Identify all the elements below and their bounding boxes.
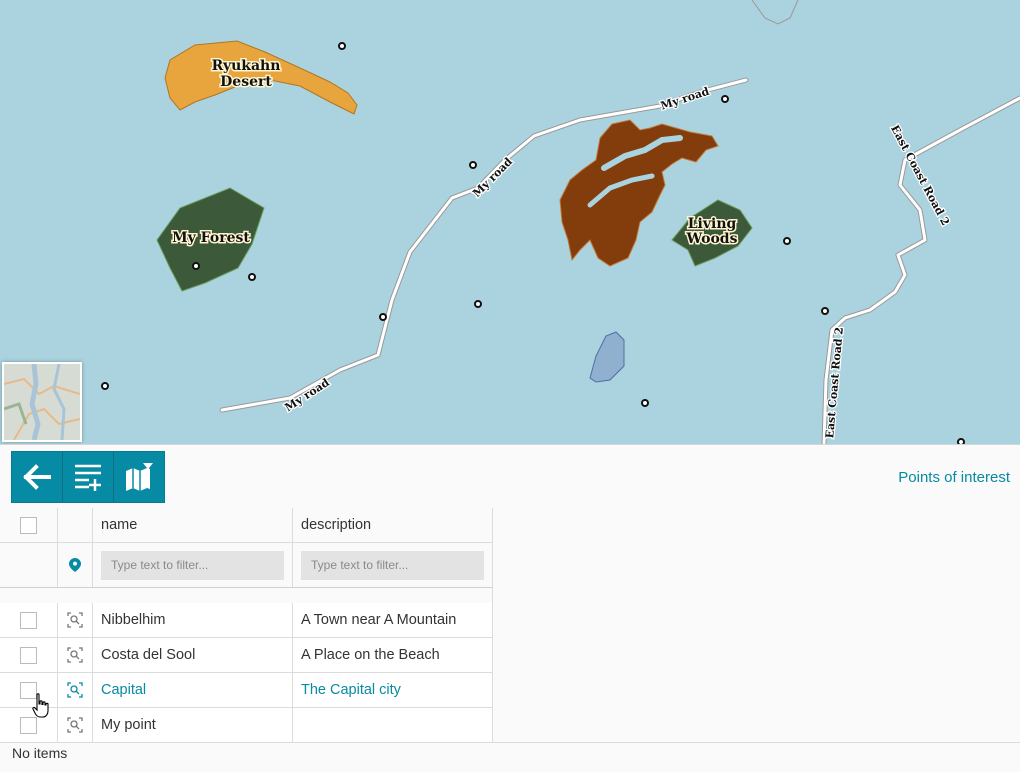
- column-header-description[interactable]: description: [293, 508, 493, 542]
- table-row[interactable]: My point: [0, 708, 493, 743]
- map-point[interactable]: [474, 300, 482, 308]
- woods-label-line1: Living: [688, 216, 737, 232]
- map-view[interactable]: Ryukahn Desert My Forest Living Woods My…: [0, 0, 1020, 444]
- map-filter-icon: [126, 463, 153, 491]
- map-point[interactable]: [101, 382, 109, 390]
- map-point[interactable]: [641, 399, 649, 407]
- hand-cursor-icon: [32, 693, 49, 718]
- table-row[interactable]: Capital The Capital city: [0, 673, 493, 708]
- filter-empty-cell: [0, 543, 58, 587]
- road-label-bottom: My road: [282, 376, 332, 414]
- row-checkbox[interactable]: [20, 646, 37, 664]
- description-filter-input[interactable]: [301, 550, 484, 580]
- zoom-cell: [58, 673, 93, 707]
- map-point[interactable]: [248, 273, 256, 281]
- row-checkbox[interactable]: [20, 716, 37, 734]
- attribute-table-panel: Points of interest name description Type…: [0, 444, 1020, 772]
- attribute-grid: name description Nibbelhi: [0, 508, 493, 743]
- map-point[interactable]: [338, 42, 346, 50]
- zoom-to-feature-icon[interactable]: [67, 647, 83, 663]
- select-all-checkbox[interactable]: [20, 516, 37, 534]
- list-plus-icon: [75, 464, 101, 491]
- filter-row: [0, 543, 493, 588]
- woods-label-line2: Woods: [686, 231, 738, 247]
- background-selector-thumbnail[interactable]: [2, 362, 82, 442]
- description-cell[interactable]: A Place on the Beach: [293, 638, 493, 672]
- map-marker-icon[interactable]: [69, 558, 81, 572]
- table-row[interactable]: Nibbelhim A Town near A Mountain: [0, 603, 493, 638]
- name-cell[interactable]: Capital: [93, 673, 293, 707]
- description-filter-cell: [293, 543, 493, 587]
- description-cell[interactable]: [293, 708, 493, 742]
- zoom-cell: [58, 603, 93, 637]
- map-point[interactable]: [721, 95, 729, 103]
- map-point[interactable]: [192, 262, 200, 270]
- map-filter-button[interactable]: [114, 452, 164, 502]
- east-coast-road-fill: [822, 96, 1020, 444]
- name-cell[interactable]: My point: [93, 708, 293, 742]
- zoom-to-feature-icon[interactable]: [67, 717, 83, 733]
- road-label-mid: My road: [470, 155, 515, 200]
- zoom-to-feature-icon[interactable]: [67, 612, 83, 628]
- select-all-cell: [0, 508, 58, 542]
- header-tools-cell: [58, 508, 93, 542]
- column-header-name[interactable]: name: [93, 508, 293, 542]
- desert-label-line2: Desert: [220, 74, 272, 90]
- road-label-top: My road: [659, 85, 711, 113]
- map-canvas[interactable]: Ryukahn Desert My Forest Living Woods My…: [0, 0, 1020, 444]
- map-point[interactable]: [821, 307, 829, 315]
- map-point[interactable]: [469, 161, 477, 169]
- add-row-button[interactable]: [63, 452, 114, 502]
- minimap-icon: [4, 364, 80, 440]
- description-cell[interactable]: A Town near A Mountain: [293, 603, 493, 637]
- name-cell[interactable]: Costa del Sool: [93, 638, 293, 672]
- header-row: name description: [0, 508, 493, 543]
- description-cell[interactable]: The Capital city: [293, 673, 493, 707]
- row-select-cell: [0, 638, 58, 672]
- grid-spacer: [0, 588, 493, 603]
- map-point[interactable]: [783, 237, 791, 245]
- desert-label-line1: Ryukahn: [212, 58, 281, 74]
- zoom-cell: [58, 708, 93, 742]
- back-icon: [23, 464, 51, 490]
- layer-title: Points of interest: [898, 469, 1010, 486]
- zoom-to-feature-icon[interactable]: [67, 682, 83, 698]
- row-select-cell: [0, 603, 58, 637]
- map-point[interactable]: [379, 313, 387, 321]
- back-button[interactable]: [12, 452, 63, 502]
- spatial-filter-cell: [58, 543, 93, 587]
- table-row[interactable]: Costa del Sool A Place on the Beach: [0, 638, 493, 673]
- zoom-cell: [58, 638, 93, 672]
- name-filter-cell: [93, 543, 293, 587]
- forest-label: My Forest: [172, 230, 250, 246]
- attribute-toolbar: [11, 451, 165, 503]
- name-cell[interactable]: Nibbelhim: [93, 603, 293, 637]
- island-outline: [751, 0, 799, 25]
- row-checkbox[interactable]: [20, 611, 37, 629]
- lake-area[interactable]: [589, 331, 625, 383]
- name-filter-input[interactable]: [101, 550, 284, 580]
- status-footer: No items: [0, 742, 1020, 772]
